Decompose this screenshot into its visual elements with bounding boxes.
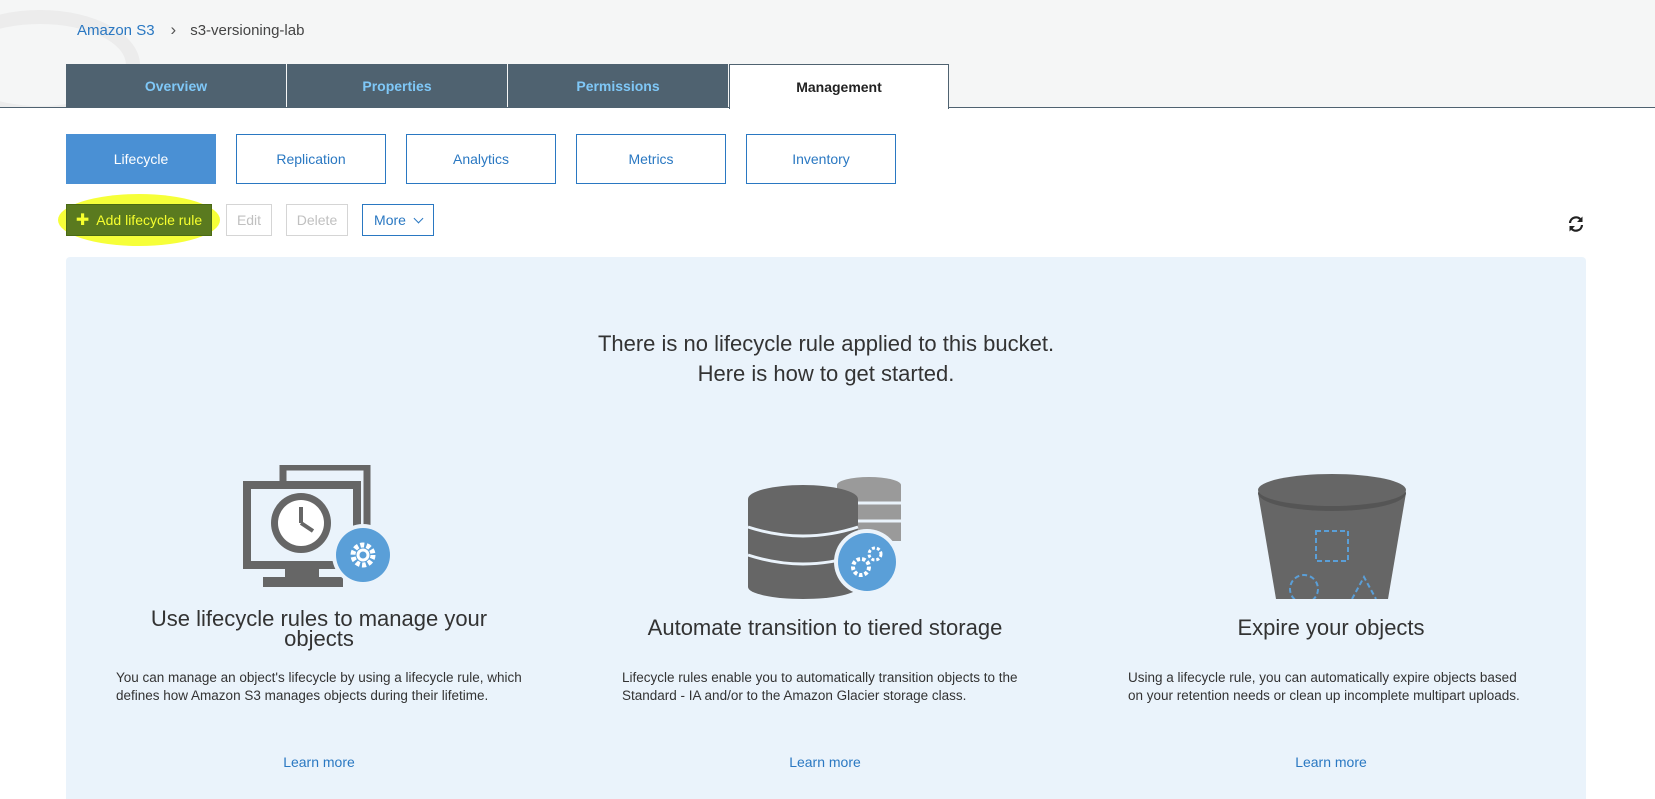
feature-description: Using a lifecycle rule, you can automati… <box>1128 670 1520 703</box>
subtab-analytics[interactable]: Analytics <box>406 134 556 184</box>
feature-title: Expire your objects <box>1237 615 1425 640</box>
feature-title: Use lifecycle rules to manage your objec… <box>150 606 488 651</box>
subtab-inventory[interactable]: Inventory <box>746 134 896 184</box>
tab-overview[interactable]: Overview <box>66 64 286 107</box>
add-lifecycle-rule-label: Add lifecycle rule <box>96 212 203 228</box>
database-gears-icon <box>747 477 901 599</box>
sub-tabs: Lifecycle Replication Analytics Metrics … <box>66 134 916 184</box>
tab-management[interactable]: Management <box>729 64 949 109</box>
learn-more-link[interactable]: Learn more <box>1128 754 1534 770</box>
lifecycle-empty-panel: There is no lifecycle rule applied to th… <box>66 257 1586 799</box>
plus-icon: ✚ <box>75 212 90 229</box>
chevron-down-icon <box>413 213 424 223</box>
chevron-right-icon: › <box>170 20 177 39</box>
add-lifecycle-rule-button[interactable]: ✚ Add lifecycle rule <box>66 204 212 236</box>
tab-permissions[interactable]: Permissions <box>508 64 728 107</box>
edit-button[interactable]: Edit <box>226 204 272 236</box>
more-dropdown-button[interactable]: More <box>362 204 434 236</box>
feature-title: Automate transition to tiered storage <box>647 615 1003 640</box>
learn-more-link[interactable]: Learn more <box>622 754 1028 770</box>
refresh-icon[interactable] <box>1566 214 1586 234</box>
bucket-icon <box>1258 474 1406 599</box>
more-label: More <box>374 212 406 228</box>
empty-state-message: There is no lifecycle rule applied to th… <box>597 331 1055 386</box>
delete-button[interactable]: Delete <box>286 204 348 236</box>
breadcrumb-current: s3-versioning-lab <box>190 21 305 39</box>
feature-description: Lifecycle rules enable you to automatica… <box>622 670 1018 703</box>
subtab-replication[interactable]: Replication <box>236 134 386 184</box>
action-toolbar: ✚ Add lifecycle rule Edit Delete More <box>58 194 434 246</box>
feature-description: You can manage an object's lifecycle by … <box>116 670 522 703</box>
subtab-metrics[interactable]: Metrics <box>576 134 726 184</box>
monitor-clock-gear-icon <box>243 465 394 587</box>
subtab-lifecycle[interactable]: Lifecycle <box>66 134 216 184</box>
breadcrumb: Amazon S3 › s3-versioning-lab <box>77 20 304 40</box>
breadcrumb-amazon-s3-link[interactable]: Amazon S3 <box>77 22 155 39</box>
learn-more-link[interactable]: Learn more <box>116 754 522 770</box>
tab-properties[interactable]: Properties <box>287 64 507 107</box>
main-tabs: Overview Properties Permissions Manageme… <box>66 64 950 109</box>
